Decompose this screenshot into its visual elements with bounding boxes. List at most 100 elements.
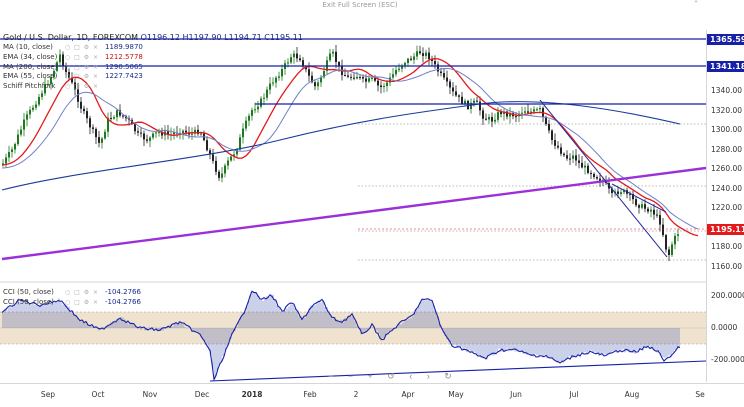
time-tick: Jul	[569, 390, 579, 399]
candle-body	[422, 53, 424, 56]
candle-body	[479, 101, 481, 111]
chart-nav-controls[interactable]: − − + ↺ ‹ › ↻	[328, 371, 458, 382]
candle-body	[191, 133, 193, 135]
legend-controls[interactable]: ○ □ ⚙ ×	[65, 72, 105, 82]
cci-trendline	[209, 360, 706, 382]
cci-legend-value: -104.2766	[105, 288, 141, 296]
candle-body	[581, 162, 583, 168]
legend-label: Schiff Pitchfork	[3, 82, 56, 91]
candle-body	[101, 138, 103, 143]
candle-body	[155, 132, 157, 134]
candle-body	[215, 160, 217, 172]
legend-row: EMA (55, close) ○ □ ⚙ × 1227.7423	[3, 72, 143, 82]
candle-body	[461, 96, 463, 104]
price-tick: 1320.00	[711, 105, 743, 115]
candle-body	[338, 62, 340, 66]
candle-body	[656, 214, 658, 216]
cci-legend: CCI (50, close) ○ □ ⚙ × -104.2766 CCI (50, …	[3, 288, 141, 308]
candle-body	[11, 149, 13, 152]
price-tag: 1365.59	[707, 34, 744, 45]
candle-body	[365, 78, 367, 82]
cci-tick: 0.0000	[711, 323, 738, 332]
candle-body	[152, 133, 154, 138]
candle-body	[8, 151, 10, 158]
candle-body	[272, 82, 274, 84]
price-tick: 1280.00	[711, 144, 743, 154]
candle-body	[488, 117, 490, 120]
price-tick: 1180.00	[711, 242, 743, 251]
candle-body	[218, 171, 220, 178]
candle-body	[419, 51, 421, 54]
candle-body	[17, 134, 19, 145]
legend-row: MA (10, close) ○ □ ⚙ × 1189.9870	[3, 43, 143, 53]
candle-body	[383, 86, 385, 88]
candle-body	[149, 137, 151, 141]
candle-body	[482, 110, 484, 119]
symbol-title: Gold / U.S. Dollar, 1D, FOREXCOM O1196.1…	[3, 33, 303, 42]
candle-body	[575, 155, 577, 161]
time-tick: Sep	[40, 390, 56, 399]
candle-body	[377, 80, 379, 86]
legend-label: MA (10, close)	[3, 43, 53, 51]
legend-label: EMA (55, close)	[3, 72, 58, 81]
candle-body	[473, 100, 475, 103]
candle-body	[497, 112, 499, 120]
candle-body	[452, 87, 454, 92]
time-axis[interactable]: Sep Oct Nov Dec 2018 Feb 2 Apr May Jun Jul Aug Se	[0, 383, 744, 407]
exit-fullscreen-button[interactable]: Exit Full Screen (ESC)	[312, 0, 408, 10]
candle-body	[356, 76, 358, 79]
price-tag: 1195.11	[707, 224, 744, 235]
candle-body	[446, 77, 448, 82]
candle-body	[533, 109, 535, 112]
indicator-legend: MA (10, close) ○ □ ⚙ × 1189.9870 EMA (34, c…	[3, 43, 143, 92]
cci-legend-label: CCI (50, close)	[3, 297, 54, 306]
candle-body	[134, 123, 136, 132]
legend-row: EMA (34, close) ○ □ ⚙ × 1212.5778	[3, 53, 143, 63]
legend-controls[interactable]: ○ □ ⚙ ×	[65, 298, 105, 308]
candle-body	[407, 58, 409, 64]
candle-body	[260, 98, 262, 107]
candle-body	[548, 124, 550, 131]
legend-controls[interactable]: ○ □ ⚙ ×	[65, 63, 105, 73]
candle-body	[521, 112, 523, 114]
price-axis[interactable]: 1340.00 1320.00 1300.00 1280.00 1260.00 1240.…	[706, 30, 744, 282]
candle-body	[413, 56, 415, 60]
price-tick: 1300.00	[711, 125, 743, 134]
candle-body	[524, 111, 526, 113]
candle-body	[347, 75, 349, 77]
legend-controls[interactable]: ○ □ ⚙ ×	[65, 43, 105, 53]
time-tick: Oct	[91, 390, 105, 399]
candle-body	[200, 133, 202, 135]
trendline	[1, 166, 706, 261]
candle-body	[293, 53, 295, 58]
cci-axis[interactable]: 200.0000 0.0000 -200.0000	[706, 282, 744, 382]
candle-body	[434, 60, 436, 65]
legend-controls[interactable]: ○ □ ⚙ ×	[65, 288, 105, 298]
candle-body	[197, 129, 199, 134]
candle-body	[95, 128, 97, 138]
candle-body	[299, 58, 301, 61]
ema55-line	[1, 67, 699, 230]
legend-controls[interactable]: ○ □ ⚙ ×	[65, 53, 105, 63]
candle-body	[353, 77, 355, 79]
candle-body	[584, 165, 586, 168]
candle-body	[296, 53, 298, 59]
cci-tick: -200.0000	[711, 355, 744, 364]
candle-body	[620, 192, 622, 194]
candle-body	[554, 140, 556, 146]
candle-body	[221, 173, 223, 178]
legend-controls[interactable]: ○ □ ⚙ ×	[65, 82, 105, 92]
chevron-down-icon[interactable]: ˅	[690, 0, 702, 10]
candle-body	[245, 120, 247, 129]
candle-body	[275, 77, 277, 83]
candle-body	[263, 97, 265, 99]
candle-body	[35, 104, 37, 108]
candle-body	[269, 83, 271, 90]
candle-body	[398, 68, 400, 70]
candle-body	[104, 131, 106, 139]
time-tick: Feb	[303, 390, 317, 399]
candle-body	[464, 100, 466, 104]
candle-body	[557, 145, 559, 148]
cci-legend-row: CCI (50, close) ○ □ ⚙ × -104.2766	[3, 298, 141, 308]
candle-body	[14, 144, 16, 150]
